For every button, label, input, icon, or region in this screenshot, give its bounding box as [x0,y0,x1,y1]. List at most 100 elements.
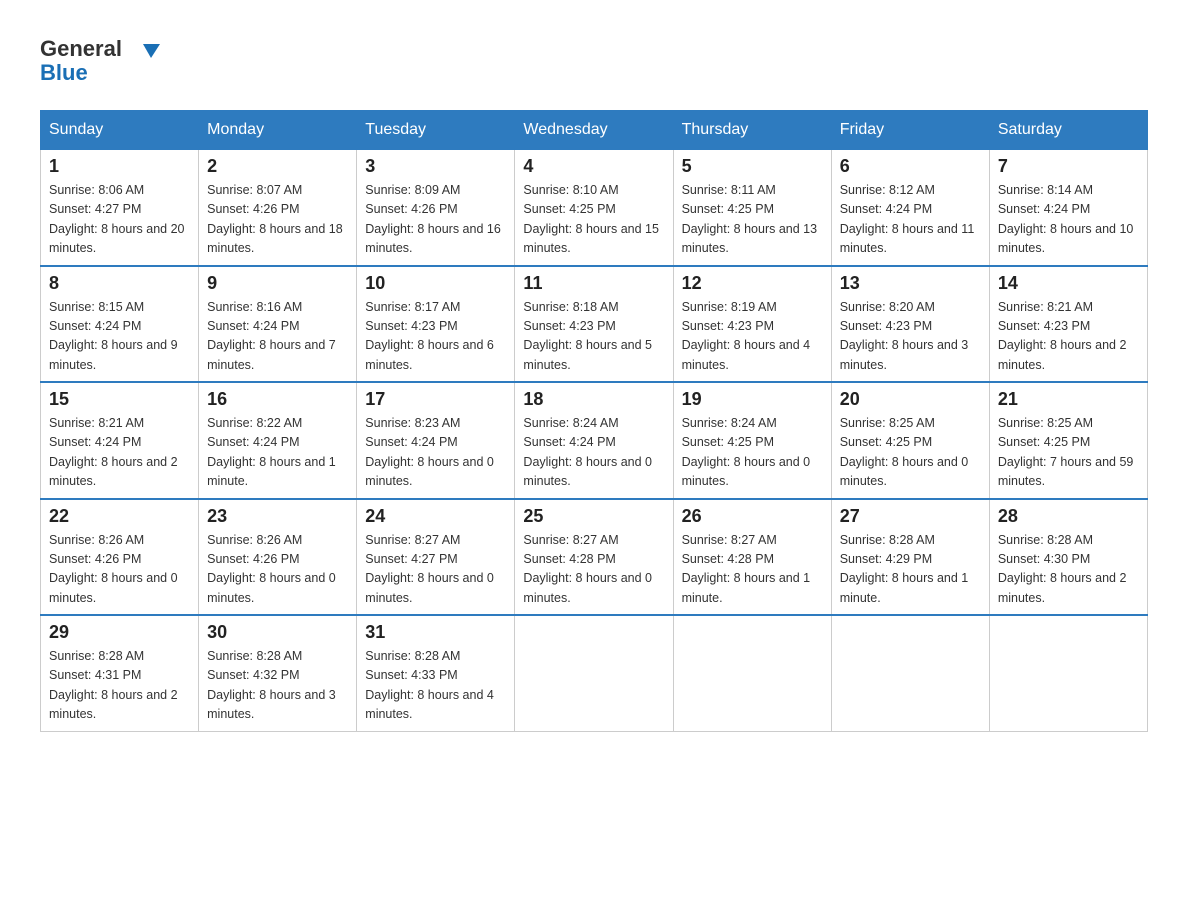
calendar-cell: 20Sunrise: 8:25 AMSunset: 4:25 PMDayligh… [831,382,989,499]
day-number: 18 [523,389,664,410]
calendar-cell: 31 Sunrise: 8:28 AMSunset: 4:33 PMDayligh… [357,615,515,731]
day-info: Sunrise: 8:24 AMSunset: 4:25 PMDaylight:… [682,414,823,492]
calendar-cell: 6 Sunrise: 8:12 AMSunset: 4:24 PMDaylight… [831,150,989,266]
day-info: Sunrise: 8:26 AMSunset: 4:26 PMDaylight:… [49,531,190,609]
page-header: General Blue [40,30,1148,90]
day-info: Sunrise: 8:27 AMSunset: 4:27 PMDaylight:… [365,531,506,609]
day-number: 7 [998,156,1139,177]
day-number: 28 [998,506,1139,527]
day-number: 26 [682,506,823,527]
day-info: Sunrise: 8:21 AMSunset: 4:24 PMDaylight:… [49,414,190,492]
day-info: Sunrise: 8:28 AMSunset: 4:30 PMDaylight:… [998,531,1139,609]
week-row-3: 15 Sunrise: 8:21 AMSunset: 4:24 PMDayligh… [41,382,1148,499]
day-info: Sunrise: 8:14 AMSunset: 4:24 PMDaylight:… [998,181,1139,259]
svg-text:General: General [40,36,122,61]
calendar-cell: 2Sunrise: 8:07 AMSunset: 4:26 PMDaylight… [199,150,357,266]
day-number: 27 [840,506,981,527]
calendar-cell [515,615,673,731]
calendar-cell: 17Sunrise: 8:23 AMSunset: 4:24 PMDayligh… [357,382,515,499]
calendar-cell: 24Sunrise: 8:27 AMSunset: 4:27 PMDayligh… [357,499,515,616]
svg-text:Blue: Blue [40,60,88,85]
day-number: 6 [840,156,981,177]
calendar-cell: 7 Sunrise: 8:14 AMSunset: 4:24 PMDaylight… [989,150,1147,266]
day-number: 29 [49,622,190,643]
header-row: SundayMondayTuesdayWednesdayThursdayFrid… [41,111,1148,150]
calendar-cell: 25 Sunrise: 8:27 AMSunset: 4:28 PMDayligh… [515,499,673,616]
week-row-4: 22 Sunrise: 8:26 AMSunset: 4:26 PMDayligh… [41,499,1148,616]
day-info: Sunrise: 8:26 AMSunset: 4:26 PMDaylight:… [207,531,348,609]
calendar-cell: 13 Sunrise: 8:20 AMSunset: 4:23 PMDayligh… [831,266,989,383]
day-info: Sunrise: 8:25 AMSunset: 4:25 PMDaylight:… [998,414,1139,492]
day-number: 25 [523,506,664,527]
day-number: 31 [365,622,506,643]
day-number: 16 [207,389,348,410]
logo-svg: General Blue [40,30,170,90]
day-number: 13 [840,273,981,294]
calendar-cell: 26 Sunrise: 8:27 AMSunset: 4:28 PMDayligh… [673,499,831,616]
day-number: 9 [207,273,348,294]
day-info: Sunrise: 8:27 AMSunset: 4:28 PMDaylight:… [523,531,664,609]
column-header-friday: Friday [831,111,989,150]
day-number: 19 [682,389,823,410]
day-info: Sunrise: 8:28 AMSunset: 4:33 PMDaylight:… [365,647,506,725]
day-info: Sunrise: 8:06 AMSunset: 4:27 PMDaylight:… [49,181,190,259]
day-number: 5 [682,156,823,177]
day-number: 15 [49,389,190,410]
day-info: Sunrise: 8:18 AMSunset: 4:23 PMDaylight:… [523,298,664,376]
calendar-cell [831,615,989,731]
column-header-sunday: Sunday [41,111,199,150]
day-info: Sunrise: 8:24 AMSunset: 4:24 PMDaylight:… [523,414,664,492]
day-info: Sunrise: 8:07 AMSunset: 4:26 PMDaylight:… [207,181,348,259]
calendar-cell: 27 Sunrise: 8:28 AMSunset: 4:29 PMDayligh… [831,499,989,616]
calendar-cell: 9 Sunrise: 8:16 AMSunset: 4:24 PMDaylight… [199,266,357,383]
day-info: Sunrise: 8:27 AMSunset: 4:28 PMDaylight:… [682,531,823,609]
column-header-wednesday: Wednesday [515,111,673,150]
calendar-cell: 23 Sunrise: 8:26 AMSunset: 4:26 PMDayligh… [199,499,357,616]
calendar-cell: 4Sunrise: 8:10 AMSunset: 4:25 PMDaylight… [515,150,673,266]
calendar-cell: 11 Sunrise: 8:18 AMSunset: 4:23 PMDayligh… [515,266,673,383]
day-info: Sunrise: 8:20 AMSunset: 4:23 PMDaylight:… [840,298,981,376]
day-number: 23 [207,506,348,527]
day-info: Sunrise: 8:23 AMSunset: 4:24 PMDaylight:… [365,414,506,492]
day-number: 1 [49,156,190,177]
calendar-cell: 12 Sunrise: 8:19 AMSunset: 4:23 PMDayligh… [673,266,831,383]
calendar-cell: 10 Sunrise: 8:17 AMSunset: 4:23 PMDayligh… [357,266,515,383]
calendar-cell: 21 Sunrise: 8:25 AMSunset: 4:25 PMDayligh… [989,382,1147,499]
day-info: Sunrise: 8:16 AMSunset: 4:24 PMDaylight:… [207,298,348,376]
day-number: 30 [207,622,348,643]
day-info: Sunrise: 8:21 AMSunset: 4:23 PMDaylight:… [998,298,1139,376]
week-row-1: 1 Sunrise: 8:06 AMSunset: 4:27 PMDaylight… [41,150,1148,266]
calendar-cell: 8 Sunrise: 8:15 AMSunset: 4:24 PMDaylight… [41,266,199,383]
day-info: Sunrise: 8:28 AMSunset: 4:31 PMDaylight:… [49,647,190,725]
day-number: 8 [49,273,190,294]
calendar-cell: 30 Sunrise: 8:28 AMSunset: 4:32 PMDayligh… [199,615,357,731]
day-info: Sunrise: 8:12 AMSunset: 4:24 PMDaylight:… [840,181,981,259]
day-number: 12 [682,273,823,294]
calendar-cell: 18 Sunrise: 8:24 AMSunset: 4:24 PMDayligh… [515,382,673,499]
day-number: 14 [998,273,1139,294]
day-info: Sunrise: 8:19 AMSunset: 4:23 PMDaylight:… [682,298,823,376]
logo: General Blue [40,30,170,90]
day-number: 4 [523,156,664,177]
calendar-cell: 14 Sunrise: 8:21 AMSunset: 4:23 PMDayligh… [989,266,1147,383]
day-number: 21 [998,389,1139,410]
day-number: 3 [365,156,506,177]
calendar-cell: 28 Sunrise: 8:28 AMSunset: 4:30 PMDayligh… [989,499,1147,616]
calendar-cell: 29 Sunrise: 8:28 AMSunset: 4:31 PMDayligh… [41,615,199,731]
week-row-2: 8 Sunrise: 8:15 AMSunset: 4:24 PMDaylight… [41,266,1148,383]
column-header-monday: Monday [199,111,357,150]
day-number: 22 [49,506,190,527]
calendar-cell: 15 Sunrise: 8:21 AMSunset: 4:24 PMDayligh… [41,382,199,499]
day-info: Sunrise: 8:22 AMSunset: 4:24 PMDaylight:… [207,414,348,492]
day-number: 10 [365,273,506,294]
calendar-cell: 5Sunrise: 8:11 AMSunset: 4:25 PMDaylight… [673,150,831,266]
day-number: 11 [523,273,664,294]
day-info: Sunrise: 8:15 AMSunset: 4:24 PMDaylight:… [49,298,190,376]
calendar-cell: 19 Sunrise: 8:24 AMSunset: 4:25 PMDayligh… [673,382,831,499]
calendar-cell: 3Sunrise: 8:09 AMSunset: 4:26 PMDaylight… [357,150,515,266]
column-header-saturday: Saturday [989,111,1147,150]
column-header-tuesday: Tuesday [357,111,515,150]
day-info: Sunrise: 8:17 AMSunset: 4:23 PMDaylight:… [365,298,506,376]
day-info: Sunrise: 8:28 AMSunset: 4:29 PMDaylight:… [840,531,981,609]
day-info: Sunrise: 8:28 AMSunset: 4:32 PMDaylight:… [207,647,348,725]
